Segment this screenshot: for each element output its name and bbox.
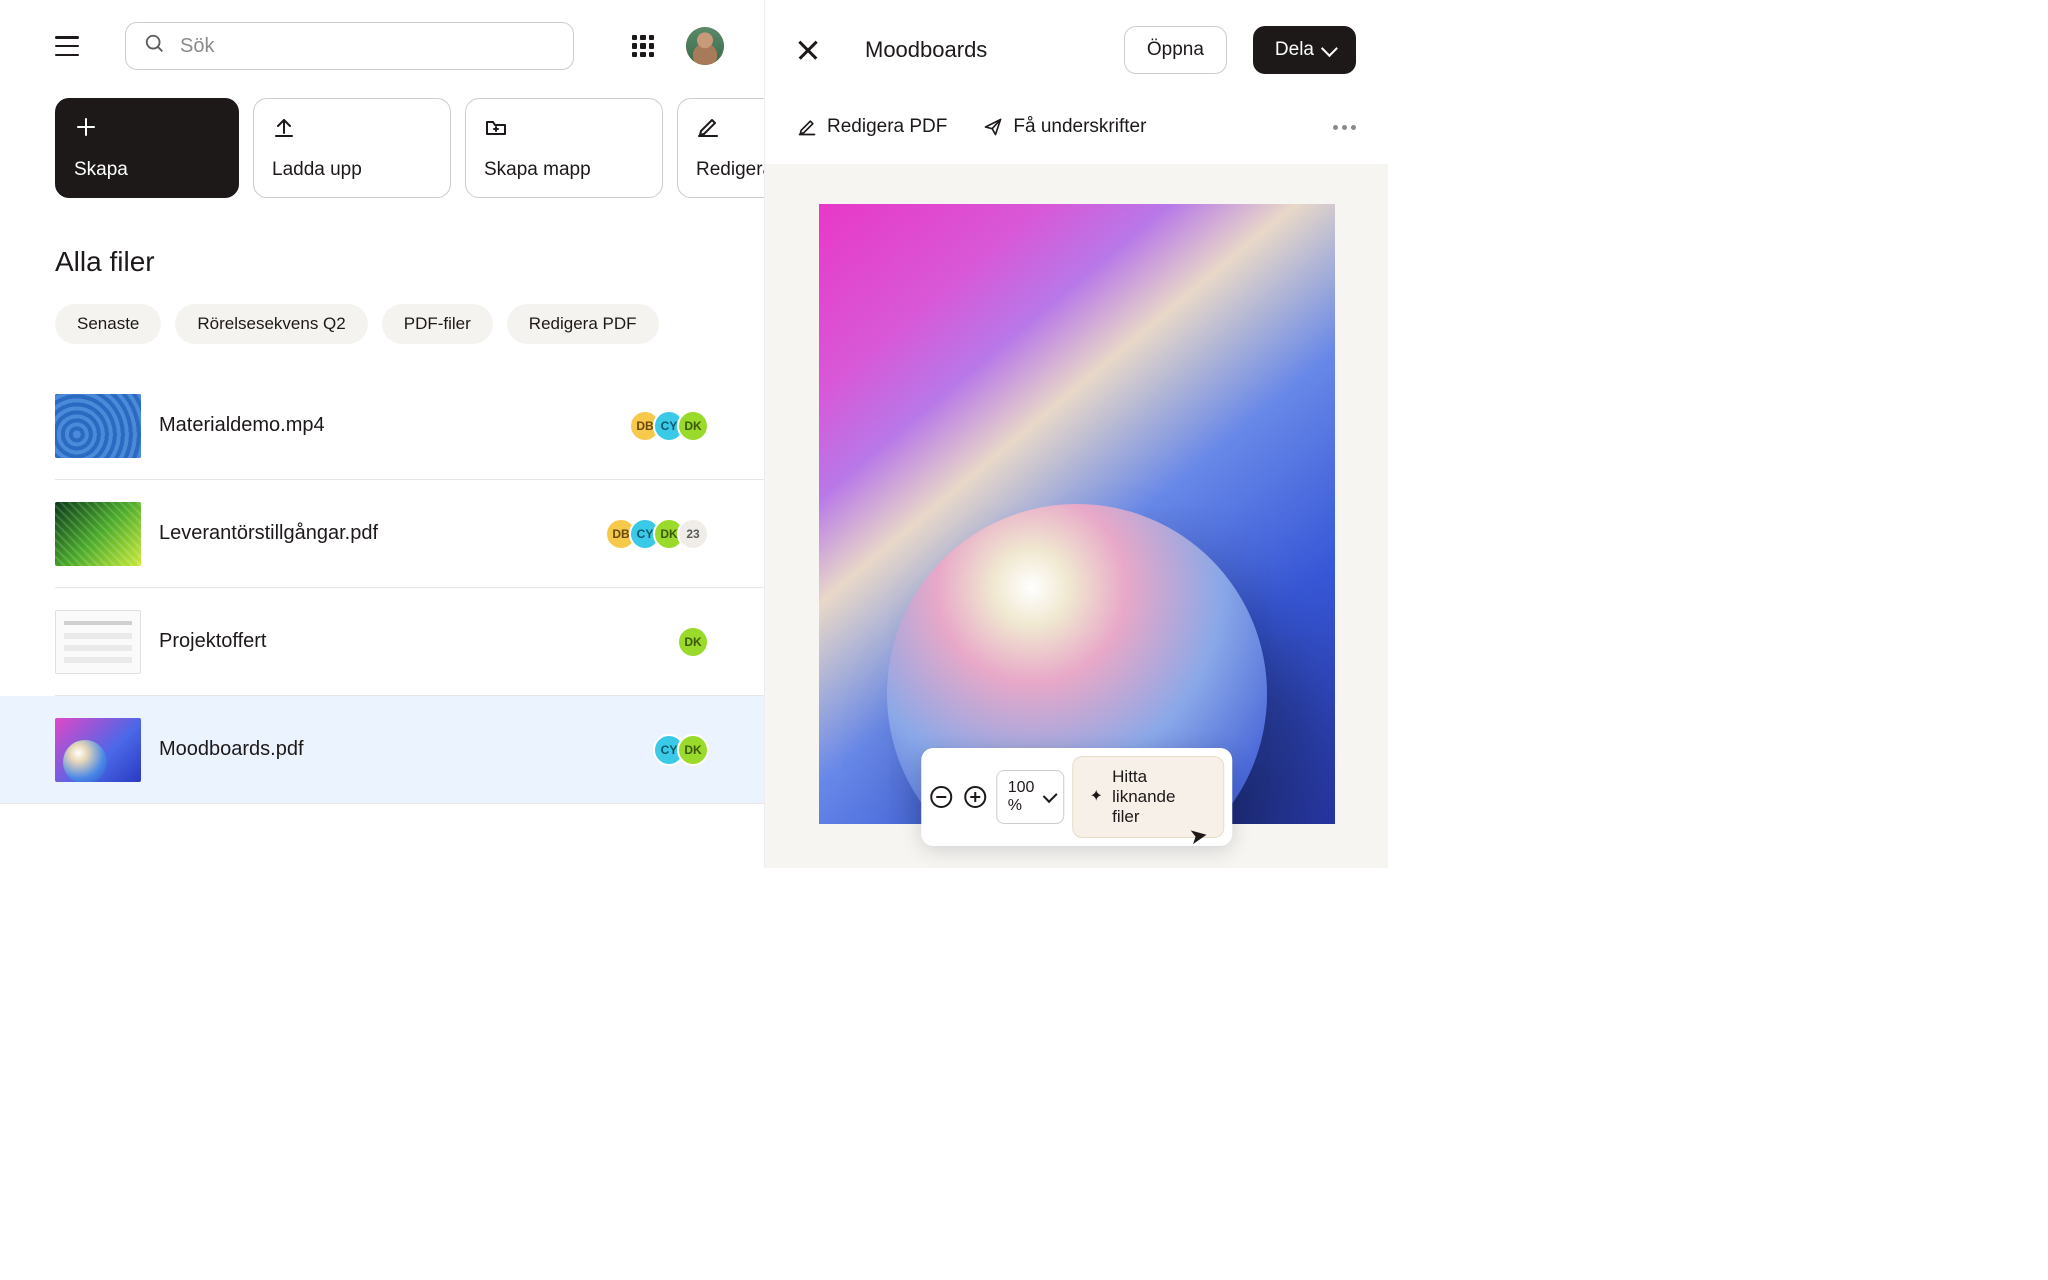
file-thumbnail [55,718,141,782]
share-avatars[interactable]: DB CY DK 23 [605,518,709,550]
zoom-level-select[interactable]: 100 % [997,770,1065,824]
file-row[interactable]: Materialdemo.mp4 DB CY DK [55,372,764,480]
file-name: Projektoffert [159,630,677,653]
file-row[interactable]: Projektoffert DK [55,588,764,696]
chevron-down-icon [1321,40,1338,57]
share-avatars[interactable]: CY DK [653,734,709,766]
chip-pdf-files[interactable]: PDF-filer [382,304,493,344]
chevron-down-icon [1043,788,1058,803]
file-name: Leverantörstillgångar.pdf [159,522,605,545]
zoom-in-button[interactable] [963,779,989,815]
file-thumbnail [55,502,141,566]
avatar-badge: DK [677,410,709,442]
minus-circle-icon [931,786,953,808]
paper-plane-icon [983,117,1003,137]
preview-area: 100 % Hitta liknande filer ➤ [765,164,1388,868]
edit-pdf-tool-label: Redigera PDF [827,116,947,138]
share-avatars[interactable]: DB CY DK [629,410,709,442]
account-avatar[interactable] [686,27,724,65]
search-input[interactable] [180,35,555,58]
create-label: Skapa [74,159,220,181]
pencil-icon [696,115,720,139]
apps-grid-icon[interactable] [632,35,654,57]
file-thumbnail [55,394,141,458]
avatar-more-count: 23 [677,518,709,550]
edit-pdf-button[interactable]: Redigera PDF [677,98,764,198]
file-name: Materialdemo.mp4 [159,414,629,437]
find-similar-label: Hitta liknande filer [1112,767,1207,827]
chip-edit-pdf[interactable]: Redigera PDF [507,304,659,344]
menu-icon[interactable] [55,36,79,56]
share-button[interactable]: Dela [1253,26,1356,74]
file-name: Moodboards.pdf [159,738,653,761]
pencil-icon [797,117,817,137]
chip-motion-q2[interactable]: Rörelsesekvens Q2 [175,304,367,344]
edit-pdf-tool[interactable]: Redigera PDF [797,116,947,138]
more-icon[interactable] [1333,125,1356,130]
file-thumbnail [55,610,141,674]
open-label: Öppna [1147,39,1204,61]
find-similar-button[interactable]: Hitta liknande filer ➤ [1072,756,1224,838]
get-signatures-tool[interactable]: Få underskrifter [983,116,1146,138]
edit-pdf-label: Redigera PDF [696,159,764,181]
folder-plus-icon [484,115,508,139]
zoom-value: 100 % [1008,779,1039,815]
section-title: Alla filer [0,198,764,278]
get-signatures-label: Få underskrifter [1013,116,1146,138]
create-folder-button[interactable]: Skapa mapp [465,98,663,198]
upload-button[interactable]: Ladda upp [253,98,451,198]
zoom-toolbar: 100 % Hitta liknande filer ➤ [921,748,1233,846]
upload-icon [272,115,296,139]
preview-title: Moodboards [865,37,1098,63]
avatar-badge: DK [677,626,709,658]
avatar-badge: DK [677,734,709,766]
search-icon [144,33,166,60]
zoom-out-button[interactable] [929,779,955,815]
plus-icon [74,115,98,139]
create-folder-label: Skapa mapp [484,159,644,181]
preview-image [819,204,1335,824]
plus-circle-icon [965,786,987,808]
chip-recent[interactable]: Senaste [55,304,161,344]
sparkle-icon [1089,788,1102,806]
search-field[interactable] [125,22,574,70]
close-icon[interactable] [797,39,819,61]
open-button[interactable]: Öppna [1124,26,1227,74]
share-label: Dela [1275,39,1314,61]
create-button[interactable]: Skapa [55,98,239,198]
share-avatars[interactable]: DK [677,626,709,658]
file-row[interactable]: Moodboards.pdf CY DK [0,696,764,804]
file-row[interactable]: Leverantörstillgångar.pdf DB CY DK 23 [55,480,764,588]
upload-label: Ladda upp [272,159,432,181]
